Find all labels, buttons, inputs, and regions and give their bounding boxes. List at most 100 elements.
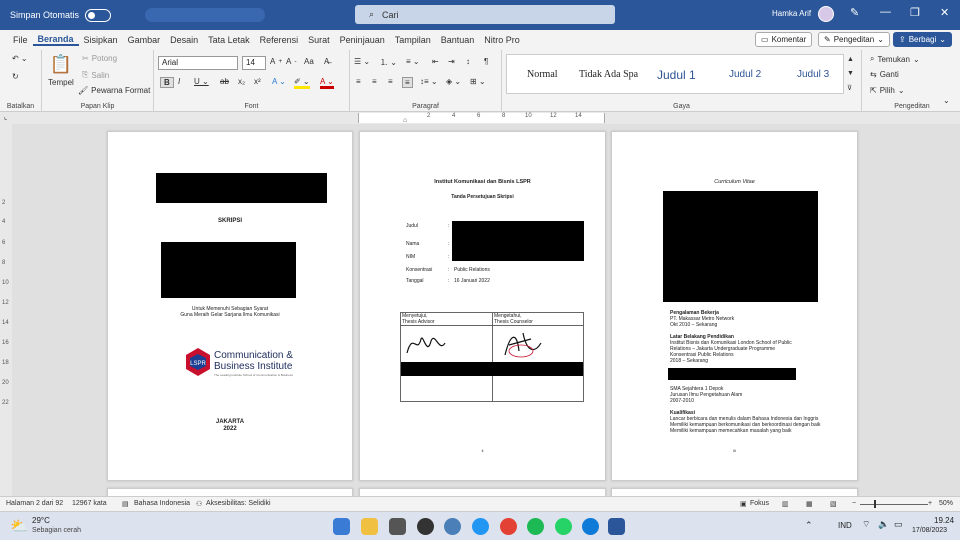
user-name[interactable]: Hamka Arif <box>772 9 811 18</box>
styles-scroll-up-icon[interactable]: ▲ <box>847 56 854 63</box>
underline-button[interactable]: U ⌄ <box>194 77 209 86</box>
style-heading-2[interactable]: Judul 2 <box>729 69 761 80</box>
print-layout-icon[interactable]: ▦ <box>806 500 813 508</box>
page-5[interactable] <box>359 488 606 496</box>
accessibility-icon[interactable]: ⚇ <box>196 500 202 508</box>
align-left-icon[interactable]: ≡ <box>356 77 361 86</box>
tab-nitro-pro[interactable]: Nitro Pro <box>479 35 525 45</box>
language-indicator[interactable]: Bahasa Indonesia <box>134 500 190 507</box>
styles-scroll-down-icon[interactable]: ▼ <box>847 70 854 77</box>
clear-format-icon[interactable]: A̶ <box>324 57 329 66</box>
style-normal[interactable]: Normal <box>527 69 558 80</box>
multilevel-list-icon[interactable]: ≡ ⌄ <box>406 57 420 66</box>
zoom-slider[interactable] <box>860 504 928 505</box>
page-count[interactable]: Halaman 2 dari 92 <box>6 500 63 507</box>
tab-file[interactable]: File <box>8 35 33 45</box>
copy-button[interactable]: ⎘ Salin <box>82 70 109 80</box>
weather-desc[interactable]: Sebagian cerah <box>32 527 81 534</box>
font-name-select[interactable]: Arial <box>158 56 238 70</box>
clock-date[interactable]: 17/08/2023 <box>912 527 947 534</box>
language-tray[interactable]: IND <box>838 521 852 530</box>
sort-icon[interactable]: ↕ <box>466 57 470 66</box>
zoom-level[interactable]: 50% <box>939 500 953 507</box>
web-layout-icon[interactable]: ▧ <box>830 500 837 508</box>
clock-time[interactable]: 19.24 <box>934 516 954 525</box>
tab-referensi[interactable]: Referensi <box>255 35 304 45</box>
editing-mode-button[interactable]: ✎ Pengeditan ⌄ <box>818 32 890 47</box>
justify-icon[interactable]: ≡ <box>402 77 413 88</box>
store-icon[interactable] <box>389 518 406 535</box>
numbering-icon[interactable]: ⒈ ⌄ <box>380 57 397 68</box>
start-icon[interactable] <box>333 518 350 535</box>
style-no-spacing[interactable]: Tidak Ada Spa <box>579 69 638 80</box>
increase-indent-icon[interactable]: ⇥ <box>448 57 455 66</box>
avatar[interactable] <box>818 6 834 22</box>
align-center-icon[interactable]: ≡ <box>372 77 377 86</box>
tab-gambar[interactable]: Gambar <box>123 35 166 45</box>
autosave[interactable]: Simpan Otomatis <box>10 8 112 22</box>
tab-bantuan[interactable]: Bantuan <box>436 35 480 45</box>
collapse-ribbon-icon[interactable]: ⌄ <box>943 96 950 105</box>
tab-selector-icon[interactable]: ⌞ <box>4 113 7 121</box>
whatsapp-icon[interactable] <box>555 518 572 535</box>
pen-icon[interactable]: ✎ <box>850 6 859 19</box>
pilcrow-icon[interactable]: ¶ <box>484 57 488 66</box>
restore-icon[interactable]: ❐ <box>910 6 920 19</box>
bold-button[interactable]: B <box>160 77 174 88</box>
strikethrough-button[interactable]: ab <box>220 77 229 86</box>
volume-icon[interactable]: 🔈 <box>878 519 889 530</box>
zoom-out-icon[interactable]: − <box>852 500 856 507</box>
undo-icon[interactable]: ↶ ⌄ <box>12 54 28 63</box>
replace-button[interactable]: ⇆ Ganti <box>870 70 899 79</box>
focus-icon[interactable]: ▣ <box>740 500 747 508</box>
shrink-font-icon[interactable]: A- <box>286 57 297 66</box>
focus-mode[interactable]: Fokus <box>750 500 769 507</box>
styles-expand-icon[interactable]: ⊽ <box>847 84 852 92</box>
italic-button[interactable]: I <box>178 77 180 86</box>
tab-tampilan[interactable]: Tampilan <box>390 35 436 45</box>
subscript-button[interactable]: x₂ <box>238 77 245 86</box>
app-icon[interactable] <box>472 518 489 535</box>
change-case-icon[interactable]: Aa <box>304 57 314 66</box>
tab-tata-letak[interactable]: Tata Letak <box>203 35 255 45</box>
highlight-icon[interactable]: ✐ ⌄ <box>294 77 310 89</box>
page-3[interactable]: Curriculum Vitae Pengalaman Bekerja PT. … <box>611 131 858 481</box>
line-spacing-icon[interactable]: ↕≡ ⌄ <box>420 77 438 86</box>
proofing-icon[interactable]: ▤ <box>122 500 129 508</box>
spotify-icon[interactable] <box>527 518 544 535</box>
page-2[interactable]: Institut Komunikasi dan Bisnis LSPR Tand… <box>359 131 606 481</box>
search-box[interactable]: ⌕ Cari <box>355 5 615 24</box>
decrease-indent-icon[interactable]: ⇤ <box>432 57 439 66</box>
wifi-icon[interactable]: ⌔ <box>862 519 870 530</box>
find-button[interactable]: ⌕ Temukan ⌄ <box>870 54 920 64</box>
weather-icon[interactable]: ⛅ <box>10 517 29 535</box>
indent-marker[interactable]: ⌂ <box>403 117 407 124</box>
battery-icon[interactable]: ▭ <box>894 519 903 530</box>
bullets-icon[interactable]: ☰ ⌄ <box>354 57 370 66</box>
page-6[interactable] <box>611 488 858 496</box>
tab-surat[interactable]: Surat <box>303 35 335 45</box>
paste-button[interactable]: 📋 Tempel <box>48 54 74 87</box>
align-right-icon[interactable]: ≡ <box>388 77 393 86</box>
file-explorer-icon[interactable] <box>361 518 378 535</box>
chrome-icon[interactable] <box>500 518 517 535</box>
word-icon[interactable] <box>608 518 625 535</box>
style-heading-3[interactable]: Judul 3 <box>797 69 829 80</box>
comment-button[interactable]: ▭ Komentar <box>755 32 813 47</box>
document-canvas[interactable]: SKRIPSI Untuk Memenuhi Sebagian Syarat G… <box>12 124 960 496</box>
shading-icon[interactable]: ◈ ⌄ <box>446 77 461 86</box>
autosave-toggle[interactable] <box>85 8 112 22</box>
superscript-button[interactable]: x² <box>254 77 261 86</box>
select-button[interactable]: ⇱ Pilih ⌄ <box>870 86 905 95</box>
tab-beranda[interactable]: Beranda <box>32 34 79 46</box>
read-mode-icon[interactable]: ▥ <box>782 500 789 508</box>
accessibility-status[interactable]: Aksesibilitas: Selidiki <box>206 500 271 507</box>
borders-icon[interactable]: ⊞ ⌄ <box>470 77 486 86</box>
format-painter-button[interactable]: 🖌 Pewarna Format <box>78 86 150 95</box>
text-effects-icon[interactable]: A ⌄ <box>272 77 286 86</box>
edge-icon[interactable] <box>582 518 599 535</box>
font-size-select[interactable]: 14 <box>242 56 266 70</box>
minimize-icon[interactable]: — <box>880 6 891 18</box>
tab-sisipkan[interactable]: Sisipkan <box>79 35 123 45</box>
cut-button[interactable]: ✂ Potong <box>82 54 117 63</box>
